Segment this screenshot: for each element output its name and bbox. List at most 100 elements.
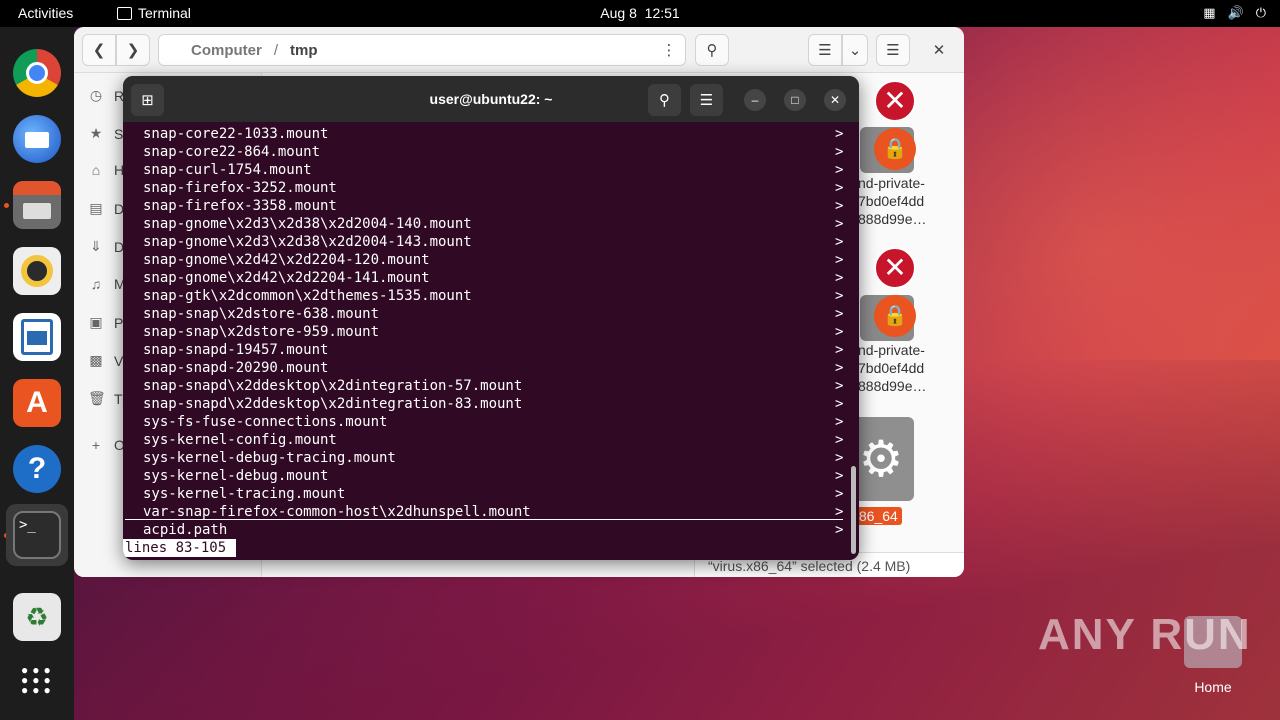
file-label[interactable]: nd-private- 7bd0ef4dd 888d99e… <box>858 174 927 228</box>
trash-icon[interactable]: ♻ <box>13 593 61 641</box>
lock-emblem-icon: 🔒 <box>874 295 916 337</box>
minimize-button[interactable]: – <box>744 89 766 111</box>
line-overflow-marker: > <box>835 144 844 160</box>
sidebar-item-label: V <box>114 352 124 369</box>
thunderbird-icon[interactable] <box>13 115 61 163</box>
libreoffice-writer-icon[interactable] <box>13 313 61 361</box>
file-label-line: nd-private- <box>858 342 925 358</box>
sidebar-item-downloads[interactable]: ⇓ D <box>88 238 124 255</box>
music-icon: ♫ <box>90 276 102 292</box>
pager-separator <box>125 519 843 520</box>
forward-button[interactable]: ❯ <box>116 34 150 66</box>
rhythmbox-icon[interactable] <box>13 247 61 295</box>
terminal-app-icon[interactable]: >_ <box>13 511 61 559</box>
chevron-left-icon: ❮ <box>92 42 106 59</box>
close-icon: ✕ <box>932 42 946 59</box>
line-overflow-marker: > <box>835 378 844 394</box>
clock-date[interactable]: Aug 8 <box>600 5 637 21</box>
chevron-right-icon: ❯ <box>126 42 140 59</box>
terminal-line: snap-gnome\x2d42\x2d2204-120.mount <box>143 252 430 268</box>
new-tab-icon: ⊞ <box>141 92 154 109</box>
watermark: ANY RUN <box>1038 610 1252 659</box>
search-icon: ⚲ <box>706 42 718 59</box>
error-emblem-icon: ✕ <box>874 247 916 289</box>
file-label[interactable]: nd-private- 7bd0ef4dd 888d99e… <box>858 341 927 395</box>
sidebar-item-home[interactable]: ⌂ H <box>88 162 124 178</box>
help-icon[interactable]: ? <box>13 445 61 493</box>
terminal-line: sys-kernel-config.mount <box>143 432 337 448</box>
show-apps-icon[interactable]: ●●● ●●● ●●● <box>13 659 61 707</box>
terminal-line: snap-firefox-3252.mount <box>143 180 337 196</box>
main-menu-button[interactable]: ☰ <box>876 34 910 66</box>
path-current[interactable]: tmp <box>290 42 318 59</box>
terminal-line: snap-snapd\x2ddesktop\x2dintegration-57.… <box>143 378 523 394</box>
home-desktop-label[interactable]: Home <box>1186 679 1240 695</box>
chrome-icon[interactable] <box>13 49 61 97</box>
sidebar-item-other-locations[interactable]: + O <box>88 437 125 453</box>
network-icon[interactable]: ▦ <box>1203 5 1215 21</box>
line-overflow-marker: > <box>835 450 844 466</box>
app-menu-label: Terminal <box>138 5 191 21</box>
maximize-icon: □ <box>791 93 799 107</box>
close-icon: ✕ <box>829 93 841 107</box>
picture-icon: ▣ <box>89 314 103 330</box>
power-icon[interactable]: ⏻ <box>1256 5 1266 21</box>
line-overflow-marker: > <box>835 396 844 412</box>
line-overflow-marker: > <box>835 360 844 376</box>
line-overflow-marker: > <box>835 522 844 538</box>
file-label-line: 7bd0ef4dd <box>858 360 925 376</box>
terminal-line: sys-kernel-tracing.mount <box>143 486 346 502</box>
view-options-button[interactable]: ⌄ <box>842 34 868 66</box>
terminal-line: snap-core22-864.mount <box>143 144 321 160</box>
path-computer[interactable]: Computer <box>191 42 262 59</box>
sidebar-item-music[interactable]: ♫ M <box>88 276 126 292</box>
scrollbar-thumb[interactable] <box>851 466 856 554</box>
back-button[interactable]: ❮ <box>82 34 116 66</box>
terminal-titlebar[interactable]: ⊞ user@ubuntu22: ~ ⚲ ☰ – □ ✕ <box>123 76 859 122</box>
terminal-output[interactable]: snap-core22-1033.mount > snap-core22-864.m… <box>123 122 848 560</box>
terminal-line: acpid.path <box>143 522 228 538</box>
sidebar-item-documents[interactable]: ▤ D <box>88 200 124 217</box>
close-terminal-button[interactable]: ✕ <box>824 89 846 111</box>
line-overflow-marker: > <box>835 414 844 430</box>
search-button[interactable]: ⚲ <box>695 34 729 66</box>
app-menu[interactable]: Terminal <box>117 5 191 21</box>
line-overflow-marker: > <box>835 432 844 448</box>
terminal-line: snap-firefox-3358.mount <box>143 198 337 214</box>
document-icon: ▤ <box>89 200 103 216</box>
new-tab-button[interactable]: ⊞ <box>131 84 164 116</box>
line-overflow-marker: > <box>835 306 844 322</box>
terminal-line: snap-snap\x2dstore-959.mount <box>143 324 380 340</box>
app-center-icon[interactable]: A <box>13 379 61 427</box>
line-overflow-marker: > <box>835 270 844 286</box>
terminal-menu-button[interactable]: ☰ <box>690 84 723 116</box>
view-list-button[interactable]: ☰ <box>808 34 842 66</box>
file-label-line: 888d99e… <box>858 378 927 394</box>
top-bar: Activities Terminal Aug 8 12:51 ▦ 🔊 ⏻ <box>0 0 1280 27</box>
system-tray[interactable]: ▦ 🔊 ⏻ <box>1203 5 1266 21</box>
terminal-search-button[interactable]: ⚲ <box>648 84 681 116</box>
line-overflow-marker: > <box>835 342 844 358</box>
line-overflow-marker: > <box>835 162 844 178</box>
pager-status: lines 83-105 <box>123 539 237 557</box>
file-label-line: nd-private- <box>858 175 925 191</box>
maximize-button[interactable]: □ <box>784 89 806 111</box>
path-bar[interactable]: Computer / tmp <box>158 34 686 66</box>
clock-time[interactable]: 12:51 <box>645 5 680 21</box>
sidebar-item-trash[interactable]: 🗑 Tr <box>88 390 127 407</box>
activities-button[interactable]: Activities <box>18 5 73 21</box>
sidebar-item-recent[interactable]: ◷ R <box>88 87 124 104</box>
trash-icon: 🗑 <box>88 390 106 406</box>
sidebar-item-pictures[interactable]: ▣ P <box>88 314 123 331</box>
terminal-line: snap-curl-1754.mount <box>143 162 312 178</box>
close-button[interactable]: ✕ <box>924 34 954 66</box>
path-menu-button[interactable]: ⋮ <box>652 34 686 66</box>
file-label-line: 7bd0ef4dd <box>858 193 925 209</box>
files-icon[interactable] <box>13 181 61 229</box>
terminal-scrollbar[interactable] <box>848 122 859 560</box>
volume-icon[interactable]: 🔊 <box>1228 5 1244 21</box>
terminal-line: sys-kernel-debug.mount <box>143 468 329 484</box>
sidebar-item-starred[interactable]: ★ S <box>88 125 124 142</box>
search-icon: ⚲ <box>659 92 670 109</box>
sidebar-item-videos[interactable]: ▩ V <box>88 352 123 369</box>
